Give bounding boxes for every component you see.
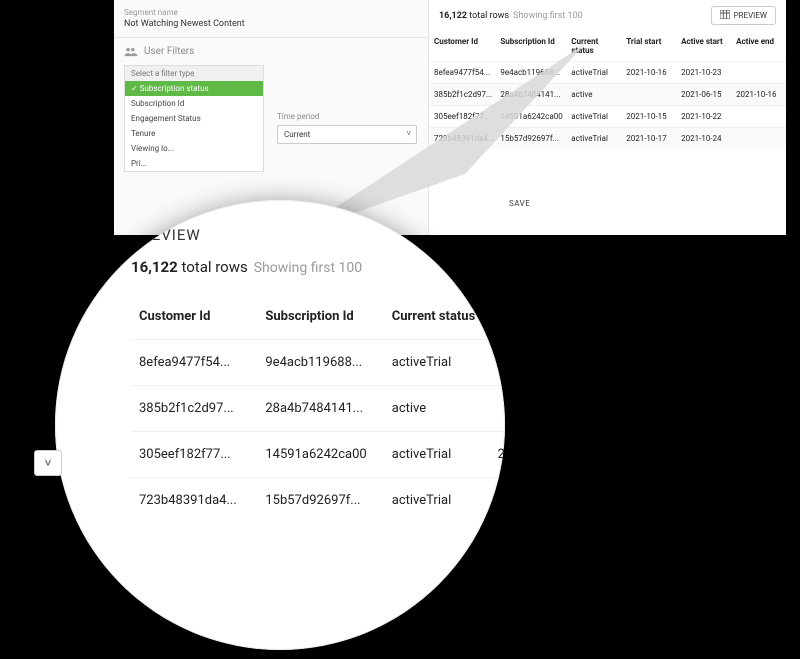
filter-option-subscription-id[interactable]: Subscription Id xyxy=(125,96,263,111)
user-filters-heading: User Filters xyxy=(124,46,418,57)
segment-name-value: Not Watching Newest Content xyxy=(124,19,418,29)
col-subscription-id: Subscription Id xyxy=(257,294,383,340)
segment-name-label: Segment name xyxy=(124,8,418,17)
col-customer-id: Customer Id xyxy=(429,31,495,62)
total-rows-zoom: 16,122 total rowsShowing first 100 xyxy=(131,258,505,276)
filter-option-viewing[interactable]: Viewing lo... xyxy=(125,141,263,156)
col-customer-id: Customer Id xyxy=(131,294,257,340)
people-icon xyxy=(124,47,138,57)
preview-table-zoom: Customer Id Subscription Id Current stat… xyxy=(131,294,505,523)
filter-option-engagement-status[interactable]: Engagement Status xyxy=(125,111,263,126)
time-period-label: Time period xyxy=(277,112,417,121)
chevron-down-icon[interactable]: ˅ xyxy=(34,450,62,476)
total-rows-text: 16,122 total rowsShowing first 100 xyxy=(439,11,583,21)
filter-type-placeholder: Select a filter type xyxy=(125,66,263,81)
col-active-end: Active end xyxy=(731,31,786,62)
preview-table-small: Customer Id Subscription Id Current stat… xyxy=(429,31,786,149)
col-subscription-id: Subscription Id xyxy=(495,31,566,62)
table-row: 723b48391da4...15b57d92697f...activeTria… xyxy=(429,128,786,150)
table-row: 305eef182f77...14591a6242ca00activeTrial… xyxy=(429,106,786,128)
time-period-select[interactable]: Current xyxy=(277,125,417,144)
filter-type-dropdown[interactable]: Select a filter type Subscription status… xyxy=(124,65,264,172)
col-current-status: Current status xyxy=(384,294,490,340)
filter-option-extra[interactable]: Pri... xyxy=(125,156,263,171)
preview-button[interactable]: PREVIEW xyxy=(711,6,776,25)
table-icon xyxy=(720,10,730,21)
filter-option-tenure[interactable]: Tenure xyxy=(125,126,263,141)
filter-option-subscription-status[interactable]: Subscription status xyxy=(125,81,263,96)
table-row: 723b48391da4...15b57d92697f...activeTria… xyxy=(131,478,505,524)
preview-title: PREVIEW xyxy=(131,226,505,244)
table-row: 385b2f1c2d97...28a4b7484141...active2021… xyxy=(429,84,786,106)
table-row: 305eef182f77...14591a6242ca00activeTrial… xyxy=(131,432,505,478)
table-row: 8efea9477f54...9e4acb119688...activeTria… xyxy=(429,62,786,84)
col-trial-start: Trial start xyxy=(621,31,676,62)
table-row: 8efea9477f54...9e4acb119688...activeTria… xyxy=(131,340,505,386)
col-trial-start: Trial start xyxy=(489,294,505,340)
col-current-status: Current status xyxy=(566,31,621,62)
table-row: 385b2f1c2d97...28a4b7484141...active20 xyxy=(131,386,505,432)
col-active-start: Active start xyxy=(676,31,731,62)
magnifier-lens: PREVIEW 16,122 total rowsShowing first 1… xyxy=(55,200,505,650)
save-button[interactable]: SAVE xyxy=(509,199,530,208)
